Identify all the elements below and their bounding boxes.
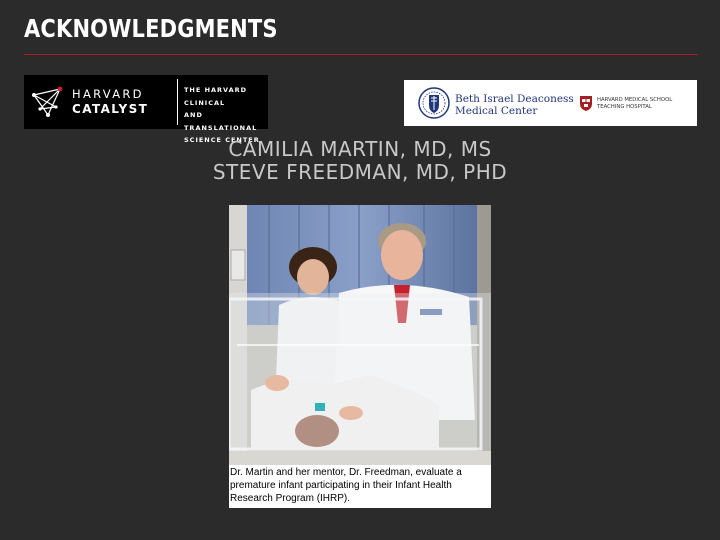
photo-caption: Dr. Martin and her mentor, Dr. Freedman,… — [230, 467, 462, 504]
slide-title: ACKNOWLEDGMENTS — [24, 14, 278, 43]
catalyst-name-line2: CATALYST — [72, 102, 149, 116]
acknowledged-people: CAMILIA MARTIN, MD, MS STEVE FREEDMAN, M… — [160, 138, 560, 184]
hms-affiliation: HARVARD MEDICAL SCHOOL TEACHING HOSPITAL — [597, 97, 672, 111]
bidmc-name-line1: Beth Israel Deaconess — [455, 93, 574, 105]
bidmc-seal-icon — [418, 87, 450, 119]
catalyst-sub-line2: AND TRANSLATIONAL — [184, 111, 258, 132]
harvard-shield-icon — [580, 96, 592, 111]
title-divider — [24, 54, 698, 55]
catalyst-network-icon — [32, 86, 63, 117]
bidmc-name-line2: Medical Center — [455, 105, 538, 117]
person-name-2: STEVE FREEDMAN, MD, PHD — [212, 160, 508, 184]
hms-line2: TEACHING HOSPITAL — [597, 104, 652, 110]
person-name-1: CAMILIA MARTIN, MD, MS — [228, 137, 492, 161]
harvard-catalyst-logo: HARVARD CATALYST THE HARVARD CLINICAL AN… — [24, 75, 268, 144]
catalyst-name: HARVARD CATALYST — [72, 87, 148, 117]
bidmc-name: Beth Israel Deaconess Medical Center — [455, 93, 574, 117]
bidmc-logo: Beth Israel Deaconess Medical Center HAR… — [404, 80, 697, 126]
photo-doctors-incubator — [229, 205, 491, 465]
catalyst-sub-line1: THE HARVARD CLINICAL — [184, 86, 248, 107]
catalyst-name-line1: HARVARD — [72, 87, 144, 101]
hms-line1: HARVARD MEDICAL SCHOOL — [597, 97, 673, 103]
catalyst-divider — [177, 79, 178, 125]
photo-card: Dr. Martin and her mentor, Dr. Freedman,… — [229, 205, 491, 508]
